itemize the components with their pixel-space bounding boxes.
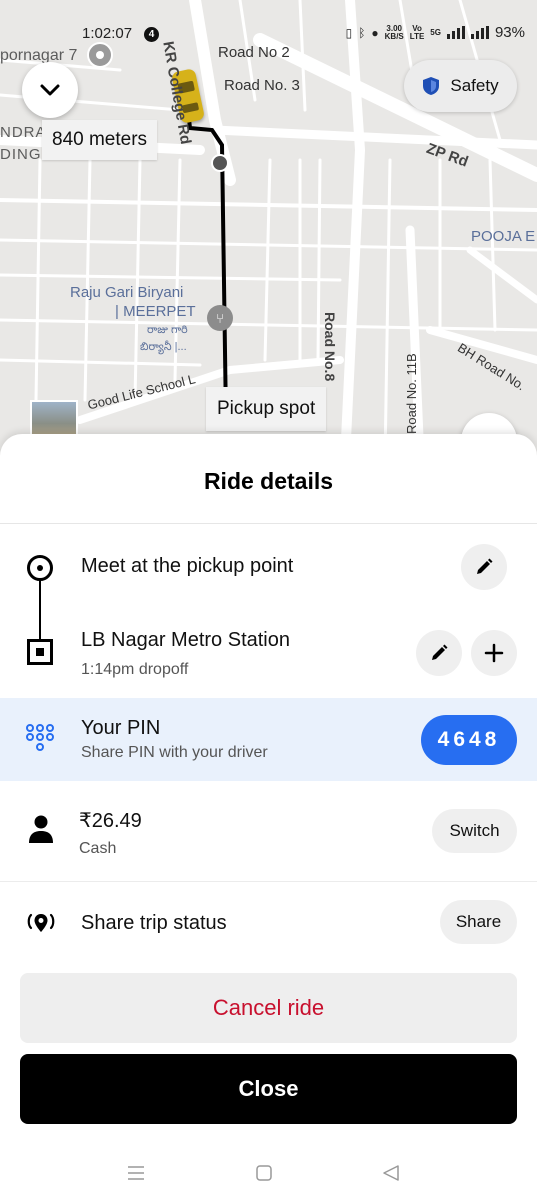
map-poi-label: | MEERPET (115, 303, 196, 320)
net-speed: 3.00 KB/S (384, 23, 404, 41)
menu-icon[interactable] (127, 1164, 145, 1182)
ride-details-sheet: Ride details Meet at the pickup point LB… (0, 434, 537, 1200)
chevron-down-icon (40, 84, 60, 96)
pin-subtitle: Share PIN with your driver (81, 744, 268, 761)
map-road-label: Road No. 11B (404, 353, 419, 434)
status-indicators: ▯ ᛒ ● 3.00 KB/S Vo LTE 5G 93% (346, 24, 525, 41)
edit-dropoff-button[interactable] (416, 630, 462, 676)
cancel-ride-button[interactable]: Cancel ride (20, 973, 517, 1043)
edit-pickup-button[interactable] (461, 544, 507, 590)
map-poi-label: Raju Gari Biryani (70, 284, 184, 301)
shield-icon (423, 77, 440, 95)
home-square-icon[interactable] (255, 1164, 273, 1182)
volte-indicator: Vo LTE (409, 23, 425, 41)
pin-title: Your PIN (81, 717, 161, 739)
notification-count-badge: 4 (144, 27, 159, 42)
battery-level: 93% (494, 24, 525, 41)
map-road-label: Road No.8 (322, 312, 338, 382)
map-poi-label: రాజు గారి (147, 324, 188, 336)
pin-row: Your PIN Share PIN with your driver 4648 (0, 698, 537, 781)
pickup-text[interactable]: Meet at the pickup point (81, 555, 293, 578)
pickup-marker-icon (27, 555, 53, 581)
share-trip-button[interactable]: Share (440, 900, 517, 944)
pin-keypad-icon (26, 724, 54, 751)
vibrate-icon: ▯ (345, 25, 353, 40)
route-connector (39, 580, 41, 640)
divider (0, 881, 537, 882)
network-type: 5G (430, 27, 441, 37)
bluetooth-icon: ᛒ (358, 25, 366, 40)
plus-icon (484, 643, 504, 663)
signal-icon (446, 26, 465, 39)
collapse-button[interactable] (22, 62, 78, 118)
map-poi-label: POOJA E (471, 228, 536, 245)
dropoff-time: 1:14pm dropoff (81, 661, 189, 678)
sheet-title: Ride details (203, 468, 334, 494)
distance-label: 840 meters (42, 120, 158, 160)
pin-badge: 4648 (421, 715, 517, 765)
status-time: 1:02:07 (82, 25, 133, 42)
switch-payment-button[interactable]: Switch (432, 809, 517, 853)
payment-method: Cash (79, 840, 117, 857)
svg-text:⑂: ⑂ (216, 312, 224, 327)
system-nav-bar (0, 1150, 537, 1200)
person-icon (29, 815, 53, 843)
share-location-icon (27, 913, 55, 932)
bus-stop-icon (211, 154, 229, 172)
map-road-label: Road No. 3 (224, 77, 300, 94)
dropoff-marker-icon (27, 639, 53, 665)
divider (0, 523, 537, 524)
share-trip-text: Share trip status (81, 912, 227, 934)
map-view[interactable]: ⑂ pornagar 7 NDRA DING A KR College Rd R… (0, 0, 537, 460)
map-poi-label: బిర్యానీ |... (140, 341, 187, 353)
pencil-icon (432, 644, 448, 660)
safety-label: Safety (450, 76, 499, 95)
pencil-icon (477, 558, 493, 574)
pickup-spot-label: Pickup spot (206, 387, 327, 431)
safety-button[interactable]: Safety (404, 60, 517, 112)
add-stop-button[interactable] (471, 630, 517, 676)
signal-icon (470, 26, 489, 39)
dropoff-text[interactable]: LB Nagar Metro Station (81, 629, 290, 652)
location-icon: ● (371, 25, 379, 40)
back-triangle-icon[interactable] (382, 1164, 400, 1182)
fare-amount: ₹26.49 (79, 810, 142, 832)
close-button[interactable]: Close (20, 1054, 517, 1124)
map-area-label: NDRA (0, 124, 47, 141)
